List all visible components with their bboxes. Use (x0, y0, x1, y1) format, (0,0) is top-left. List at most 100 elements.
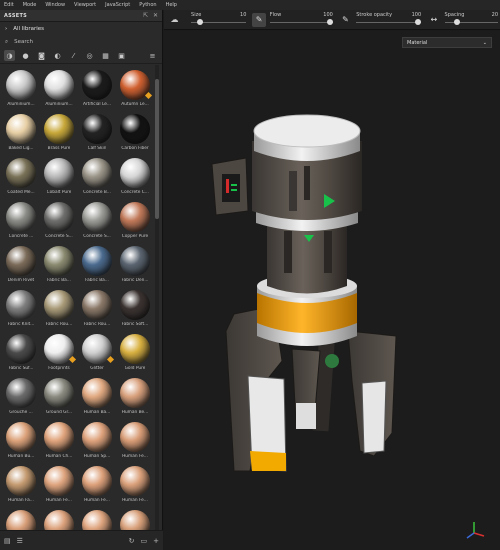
spacing-slider[interactable]: Spacing 20 (445, 11, 500, 29)
material-tile[interactable]: Aluminium... (3, 67, 39, 111)
brush-preset-icon[interactable]: ☁ (164, 11, 185, 29)
menu-item[interactable]: Viewport (74, 2, 96, 8)
stroke-opacity-slider-thumb[interactable] (415, 19, 421, 25)
size-slider-thumb[interactable] (197, 19, 203, 25)
breadcrumb[interactable]: › All libraries (0, 22, 162, 36)
chevron-right-icon: › (5, 26, 7, 32)
material-dropdown[interactable]: Material ⌄ (402, 37, 492, 48)
menu-item[interactable]: Help (166, 2, 177, 8)
3d-viewport[interactable]: Material ⌄ (164, 31, 500, 550)
material-preview (82, 510, 112, 531)
refresh-icon[interactable]: ↻ (129, 537, 135, 545)
material-tile[interactable]: Human Fe... (117, 419, 153, 463)
material-tile[interactable]: Human Fe... (117, 507, 153, 531)
brush-icon[interactable]: ⁄ (68, 50, 79, 61)
menu-item[interactable]: JavaScript (105, 2, 130, 8)
material-tile[interactable]: Human Fa... (3, 463, 39, 507)
axis-gizmo-icon[interactable] (464, 519, 488, 543)
material-label: Human Ba... (84, 410, 111, 415)
particles-icon[interactable]: ◎ (84, 50, 95, 61)
search-field[interactable]: ⌕ Search (0, 36, 162, 48)
material-tile[interactable]: Ground Gr... (41, 375, 77, 419)
folder-icon[interactable]: ▭ (141, 537, 148, 545)
material-tile[interactable]: Calf Skin (79, 111, 115, 155)
textures-icon[interactable]: ◙ (36, 50, 47, 61)
material-tile[interactable]: Brass Pure (41, 111, 77, 155)
material-tile[interactable]: Fabric Ba... (79, 243, 115, 287)
material-tile[interactable]: Human Ba... (79, 375, 115, 419)
material-label: Baked Lig... (8, 146, 33, 151)
material-tile[interactable]: Human Fe... (3, 507, 39, 531)
material-preview (82, 202, 112, 232)
material-tile[interactable]: Footprints (41, 331, 77, 375)
material-label: Human Fe... (46, 498, 72, 503)
material-tile[interactable]: Fabric Knit... (3, 287, 39, 331)
flow-slider-thumb[interactable] (327, 19, 333, 25)
material-tile[interactable]: Concrete S... (41, 199, 77, 243)
robot-model[interactable] (164, 31, 500, 550)
spacing-value: 20 (492, 12, 498, 18)
menu-item[interactable]: Edit (4, 2, 14, 8)
close-icon[interactable]: ✕ (153, 12, 158, 19)
stroke-pen-icon[interactable]: ✎ (339, 13, 352, 27)
menu-item[interactable]: Python (139, 2, 156, 8)
undock-icon[interactable]: ⇱ (143, 12, 148, 19)
material-tile[interactable]: Human Fe... (41, 463, 77, 507)
menu-item[interactable]: Window (45, 2, 65, 8)
size-slider[interactable]: Size 10 (191, 11, 248, 29)
scrollbar[interactable] (155, 65, 159, 531)
material-tile[interactable]: Human Sp... (79, 419, 115, 463)
material-tile[interactable]: Human Ch... (41, 419, 77, 463)
menu-item[interactable]: Mode (23, 2, 37, 8)
material-tile[interactable]: Fabric Soft... (117, 287, 153, 331)
material-tile[interactable]: Copper Pure (117, 199, 153, 243)
material-label: Artificial Le... (83, 102, 111, 107)
material-tile[interactable]: Human Fe... (79, 507, 115, 531)
scrollbar-thumb[interactable] (155, 79, 159, 219)
materials-icon[interactable]: ● (20, 50, 31, 61)
material-tile[interactable]: Concrete ... (3, 199, 39, 243)
environment-icon[interactable]: ▦ (100, 50, 111, 61)
material-tile[interactable]: Gold Pure (117, 331, 153, 375)
material-preview (82, 290, 112, 320)
all-icon[interactable]: ◑ (4, 50, 15, 61)
pen-pressure-icon[interactable]: ✎ (252, 13, 265, 27)
material-tile[interactable]: Fabric Suf... (3, 331, 39, 375)
grid-view-icon[interactable]: ▤ (4, 537, 11, 545)
material-tile[interactable]: Denim Rivet (3, 243, 39, 287)
material-tile[interactable]: Human Be... (117, 375, 153, 419)
spacing-toggle-icon[interactable]: ↔ (427, 13, 440, 27)
material-tile[interactable]: Grouche ... (3, 375, 39, 419)
image-icon[interactable]: ▣ (116, 50, 127, 61)
spacing-slider-thumb[interactable] (454, 19, 460, 25)
material-dropdown-value: Material (407, 40, 427, 46)
material-tile[interactable]: Artificial Le... (79, 67, 115, 111)
material-preview (6, 246, 36, 276)
material-tile[interactable]: Concrete B... (79, 155, 115, 199)
material-tile[interactable]: Human Fe... (41, 507, 77, 531)
material-tile[interactable]: Fabric Den... (117, 243, 153, 287)
material-tile[interactable]: Human Fe... (117, 463, 153, 507)
material-tile[interactable]: Fabric Ba... (41, 243, 77, 287)
smart-materials-icon[interactable]: ◐ (52, 50, 63, 61)
material-tile[interactable]: Glitter (79, 331, 115, 375)
material-tile[interactable]: Concrete C... (117, 155, 153, 199)
material-tile[interactable]: Aluminium... (41, 67, 77, 111)
material-tile[interactable]: Concrete S... (79, 199, 115, 243)
material-tile[interactable]: Fabric Rou... (41, 287, 77, 331)
material-tile[interactable]: Autumn Le... (117, 67, 153, 111)
material-tile[interactable]: Human Fe... (79, 463, 115, 507)
search-input[interactable]: Search (14, 39, 33, 45)
stroke-opacity-slider[interactable]: Stroke opacity 100 (356, 11, 423, 29)
material-label: Autumn Le... (121, 102, 148, 107)
add-icon[interactable]: + (153, 537, 159, 545)
material-tile[interactable]: Fabric Rou... (79, 287, 115, 331)
material-tile[interactable]: Coated Me... (3, 155, 39, 199)
material-tile[interactable]: Baked Lig... (3, 111, 39, 155)
list-view-icon[interactable]: ☰ (17, 537, 23, 545)
material-tile[interactable]: Human Bu... (3, 419, 39, 463)
material-tile[interactable]: Carbon Fiber (117, 111, 153, 155)
flow-slider[interactable]: Flow 100 (270, 11, 335, 29)
menu-icon[interactable]: ≡ (147, 50, 158, 61)
material-tile[interactable]: Cobalt Pure (41, 155, 77, 199)
